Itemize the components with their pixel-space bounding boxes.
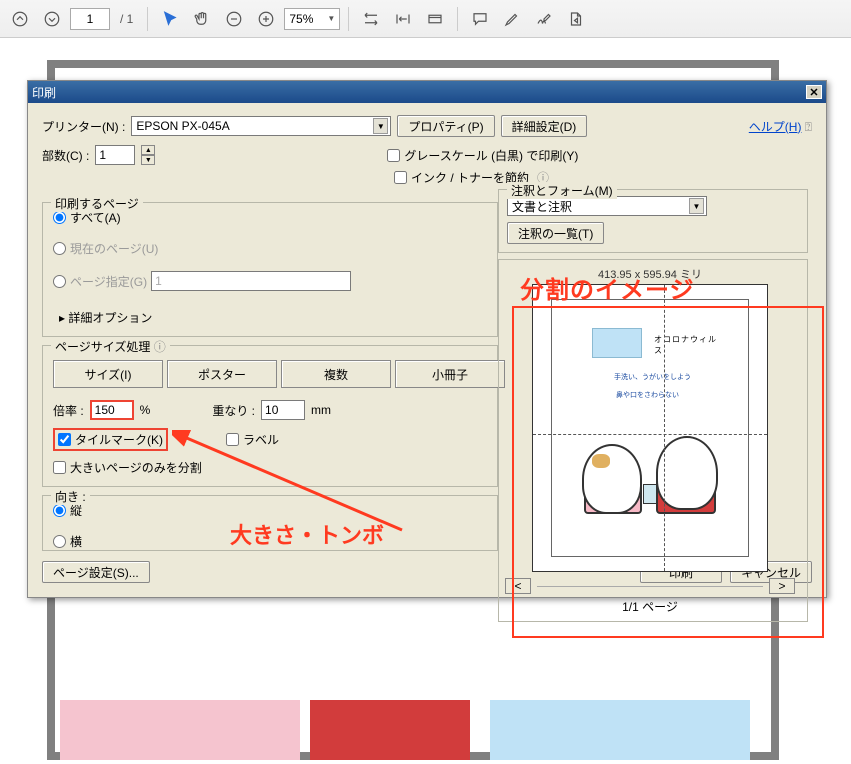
annotations-fieldset: 注釈とフォーム(M) 文書と注釈▼ 注釈の一覧(T) bbox=[498, 189, 808, 253]
preview-panel: 413.95 x 595.94 ミリ オコロナウィルス 手洗い、うがいをしよう … bbox=[498, 259, 808, 622]
help-link[interactable]: ヘルプ(H) bbox=[749, 120, 802, 134]
booklet-button[interactable]: 小冊子 bbox=[395, 360, 505, 388]
pages-current-radio[interactable]: 現在のページ(U) bbox=[53, 240, 487, 257]
orientation-fieldset: 向き : 縦 横 bbox=[42, 495, 498, 551]
select-tool-icon[interactable] bbox=[156, 5, 184, 33]
scale-label: 倍率 : bbox=[53, 402, 84, 419]
grayscale-checkbox[interactable]: グレースケール (白黒) で印刷(Y) bbox=[387, 147, 578, 164]
overlap-input[interactable]: 10 bbox=[261, 400, 305, 420]
pages-more-options[interactable]: ▸ 詳細オプション bbox=[53, 305, 487, 326]
landscape-radio[interactable]: 横 bbox=[53, 533, 487, 550]
printer-select[interactable]: EPSON PX-045A▼ bbox=[131, 116, 391, 136]
tile-cut-horizontal bbox=[533, 434, 767, 435]
share-icon[interactable] bbox=[562, 5, 590, 33]
pages-range-radio[interactable]: ページ指定(G) 1 bbox=[53, 271, 487, 291]
annotations-legend: 注釈とフォーム(M) bbox=[507, 182, 617, 199]
fit-width-icon[interactable] bbox=[357, 5, 385, 33]
help-icon[interactable]: ⍰ bbox=[805, 120, 812, 134]
zoom-out-icon[interactable] bbox=[220, 5, 248, 33]
page-down-icon[interactable] bbox=[38, 5, 66, 33]
page-total-label: / 1 bbox=[114, 12, 139, 26]
zoom-level-select[interactable]: 75%▼ bbox=[284, 8, 340, 30]
hand-tool-icon[interactable] bbox=[188, 5, 216, 33]
orientation-legend: 向き : bbox=[51, 488, 90, 505]
size-button[interactable]: サイズ(I) bbox=[53, 360, 163, 388]
pages-fieldset: 印刷するページ すべて(A) 現在のページ(U) ページ指定(G) 1 ▸ 詳細… bbox=[42, 202, 498, 337]
pages-range-input: 1 bbox=[151, 271, 351, 291]
read-mode-icon[interactable] bbox=[421, 5, 449, 33]
annotations-summary-button[interactable]: 注釈の一覧(T) bbox=[507, 222, 604, 244]
preview-prev-button[interactable]: < bbox=[505, 578, 531, 594]
page-up-icon[interactable] bbox=[6, 5, 34, 33]
preview-page-indicator: 1/1 ページ bbox=[505, 598, 795, 615]
advanced-settings-button[interactable]: 詳細設定(D) bbox=[501, 115, 588, 137]
multiple-button[interactable]: 複数 bbox=[281, 360, 391, 388]
app-toolbar: / 1 75%▼ bbox=[0, 0, 851, 38]
tile-marks-checkbox[interactable]: タイルマーク(K) bbox=[58, 431, 163, 448]
pages-legend: 印刷するページ bbox=[51, 195, 143, 212]
sizing-legend: ページサイズ処理 ⓘ bbox=[51, 338, 170, 355]
page-setup-button[interactable]: ページ設定(S)... bbox=[42, 561, 150, 583]
tile-cut-vertical bbox=[664, 285, 665, 571]
preview-dimensions: 413.95 x 595.94 ミリ bbox=[505, 266, 795, 282]
preview-canvas: オコロナウィルス 手洗い、うがいをしよう 鼻や口をさわらない bbox=[532, 284, 768, 572]
labels-checkbox[interactable]: ラベル bbox=[226, 431, 279, 448]
annotations-select[interactable]: 文書と注釈▼ bbox=[507, 196, 707, 216]
scale-input[interactable]: 150 bbox=[90, 400, 134, 420]
comment-icon[interactable] bbox=[466, 5, 494, 33]
page-number-input[interactable] bbox=[70, 8, 110, 30]
fit-page-icon[interactable] bbox=[389, 5, 417, 33]
sizing-fieldset: ページサイズ処理 ⓘ サイズ(I) ポスター 複数 小冊子 倍率 : 150 %… bbox=[42, 345, 498, 487]
print-dialog: 印刷 ✕ プリンター(N) : EPSON PX-045A▼ プロパティ(P) … bbox=[27, 80, 827, 598]
copies-input[interactable]: 1 bbox=[95, 145, 135, 165]
preview-next-button[interactable]: > bbox=[769, 578, 795, 594]
sign-icon[interactable] bbox=[530, 5, 558, 33]
overlap-unit: mm bbox=[311, 403, 331, 417]
dialog-title: 印刷 bbox=[32, 84, 56, 101]
copies-spinner[interactable]: ▲▼ bbox=[141, 145, 155, 165]
close-icon[interactable]: ✕ bbox=[806, 85, 822, 99]
highlight-icon[interactable] bbox=[498, 5, 526, 33]
scale-unit: % bbox=[140, 403, 151, 417]
poster-button[interactable]: ポスター bbox=[167, 360, 277, 388]
overlap-label: 重なり : bbox=[212, 402, 255, 419]
properties-button[interactable]: プロパティ(P) bbox=[397, 115, 494, 137]
copies-label: 部数(C) : bbox=[42, 147, 89, 164]
printer-label: プリンター(N) : bbox=[42, 118, 125, 135]
preview-page-image: オコロナウィルス 手洗い、うがいをしよう 鼻や口をさわらない bbox=[578, 328, 722, 522]
document-peek-image bbox=[60, 700, 760, 760]
portrait-radio[interactable]: 縦 bbox=[53, 502, 487, 519]
large-only-checkbox[interactable]: 大きいページのみを分割 bbox=[53, 459, 487, 476]
dialog-titlebar: 印刷 ✕ bbox=[28, 81, 826, 103]
zoom-in-icon[interactable] bbox=[252, 5, 280, 33]
